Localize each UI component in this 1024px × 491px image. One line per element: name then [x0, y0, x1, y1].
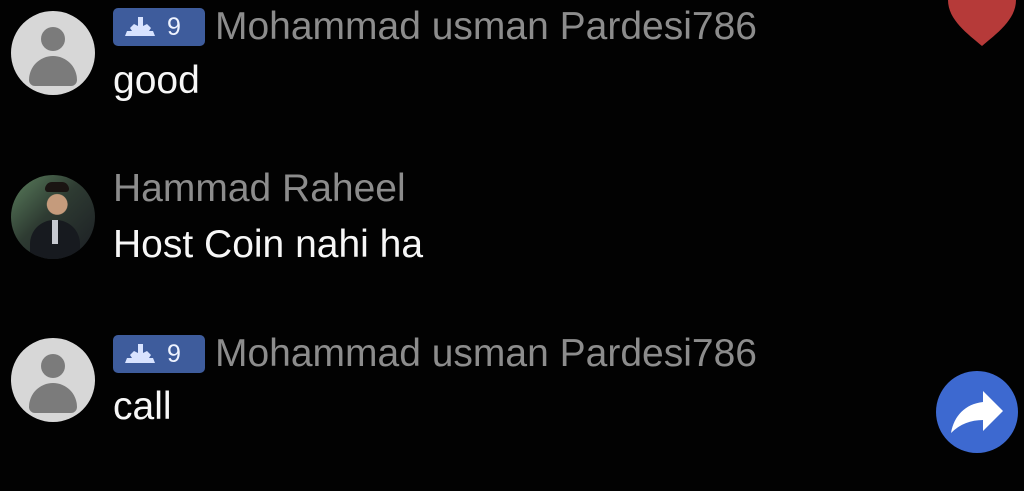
message-text: Host Coin nahi ha: [113, 223, 424, 266]
chat-message: 9 Mohammad usman Pardesi786 good: [0, 0, 900, 110]
avatar-body: [29, 383, 77, 413]
user-level-icon: [125, 344, 155, 363]
level-badge: 9: [113, 335, 205, 373]
avatar-hair: [45, 182, 69, 192]
sender-name[interactable]: Mohammad usman Pardesi786: [215, 5, 757, 49]
avatar[interactable]: [11, 11, 95, 95]
avatar-body: [29, 56, 77, 86]
message-text: good: [113, 59, 200, 102]
share-button[interactable]: [936, 371, 1018, 453]
sender-name[interactable]: Mohammad usman Pardesi786: [215, 332, 757, 376]
message-text: call: [113, 385, 172, 428]
avatar-head: [41, 354, 65, 378]
heart-icon[interactable]: [944, 0, 1020, 48]
chat-message: 9 Mohammad usman Pardesi786 call: [0, 326, 900, 436]
level-number: 9: [167, 12, 181, 41]
avatar-head: [41, 27, 65, 51]
share-arrow-icon: [951, 391, 1003, 433]
user-level-icon: [125, 17, 155, 36]
avatar[interactable]: [11, 338, 95, 422]
avatar[interactable]: [11, 175, 95, 259]
level-badge: 9: [113, 8, 205, 46]
sender-name[interactable]: Hammad Raheel: [113, 167, 406, 211]
level-number: 9: [167, 339, 181, 368]
chat-message: Hammad Raheel Host Coin nahi ha: [0, 160, 900, 270]
avatar-tie: [52, 220, 58, 244]
